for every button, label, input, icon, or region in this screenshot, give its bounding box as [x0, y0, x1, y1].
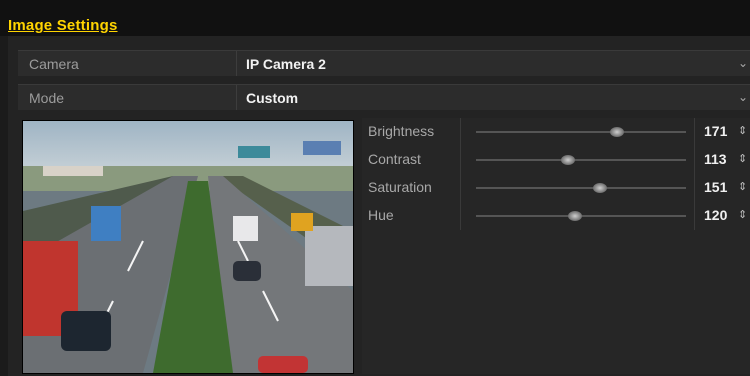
spinner-arrows-icon[interactable]: ⇕ — [738, 208, 747, 221]
camera-value: IP Camera 2 — [246, 56, 326, 72]
saturation-row: Saturation 151 ⇕ — [362, 174, 750, 202]
camera-preview-image — [22, 120, 354, 374]
divider — [460, 146, 461, 174]
spinner-arrows-icon[interactable]: ⇕ — [738, 152, 747, 165]
camera-select[interactable]: Camera IP Camera 2 ⌄ — [18, 50, 750, 76]
mode-value: Custom — [246, 90, 299, 106]
spinner-arrows-icon[interactable]: ⇕ — [738, 180, 747, 193]
hue-row: Hue 120 ⇕ — [362, 202, 750, 230]
page-title: Image Settings — [8, 17, 118, 34]
divider — [236, 85, 237, 110]
divider — [236, 51, 237, 76]
hue-label: Hue — [368, 207, 394, 223]
mode-select[interactable]: Mode Custom ⌄ — [18, 84, 750, 110]
brightness-slider-thumb[interactable] — [609, 127, 624, 137]
title-bar: Image Settings — [0, 0, 750, 36]
contrast-slider-thumb[interactable] — [561, 155, 576, 165]
hue-slider-thumb[interactable] — [567, 211, 582, 221]
contrast-value[interactable]: 113 — [704, 151, 727, 167]
camera-label: Camera — [29, 56, 79, 72]
brightness-slider[interactable] — [476, 131, 686, 133]
contrast-label: Contrast — [368, 151, 421, 167]
spinner-arrows-icon[interactable]: ⇕ — [738, 124, 747, 137]
contrast-row: Contrast 113 ⇕ — [362, 146, 750, 174]
divider — [460, 118, 461, 146]
divider — [694, 202, 695, 230]
mode-label: Mode — [29, 90, 65, 106]
chevron-down-icon[interactable]: ⌄ — [738, 90, 748, 104]
divider — [694, 118, 695, 146]
chevron-down-icon[interactable]: ⌄ — [738, 56, 748, 70]
image-adjustments: Brightness 171 ⇕ Contrast 113 ⇕ Saturati… — [362, 118, 750, 374]
saturation-slider[interactable] — [476, 187, 686, 189]
divider — [694, 174, 695, 202]
brightness-value[interactable]: 171 — [704, 123, 727, 139]
divider — [694, 146, 695, 174]
brightness-label: Brightness — [368, 123, 435, 139]
divider — [460, 202, 461, 230]
saturation-label: Saturation — [368, 179, 432, 195]
saturation-slider-thumb[interactable] — [592, 183, 607, 193]
highway-scene-image — [23, 121, 353, 373]
brightness-row: Brightness 171 ⇕ — [362, 118, 750, 146]
hue-value[interactable]: 120 — [704, 207, 727, 223]
saturation-value[interactable]: 151 — [704, 179, 727, 195]
divider — [460, 174, 461, 202]
contrast-slider[interactable] — [476, 159, 686, 161]
